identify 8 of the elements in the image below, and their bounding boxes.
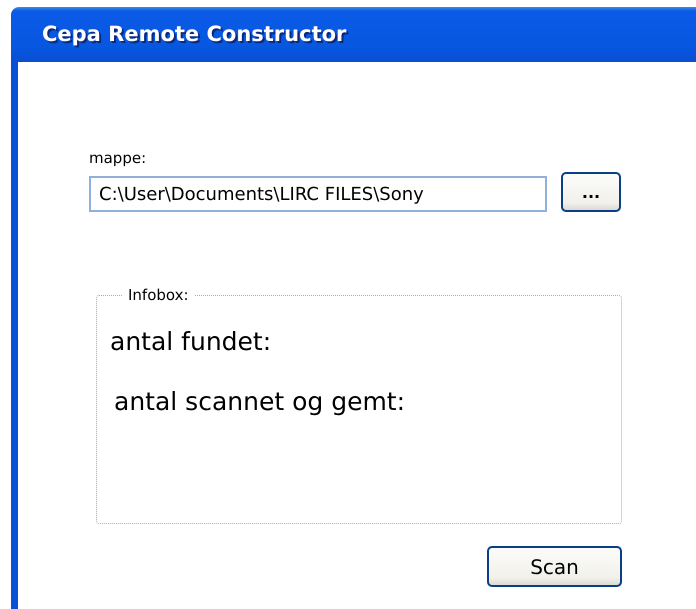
folder-label: mappe: — [89, 149, 146, 167]
info-line: antal scannet og gemt: — [114, 387, 406, 416]
info-line: antal fundet: — [110, 327, 272, 356]
infobox-legend: Infobox: — [122, 286, 195, 304]
window-title: Cepa Remote Constructor — [42, 22, 346, 46]
browse-button[interactable]: ... — [561, 172, 621, 212]
scan-button[interactable]: Scan — [487, 546, 622, 587]
folder-path-field[interactable]: C:\User\Documents\LIRC FILES\Sony — [89, 176, 547, 212]
